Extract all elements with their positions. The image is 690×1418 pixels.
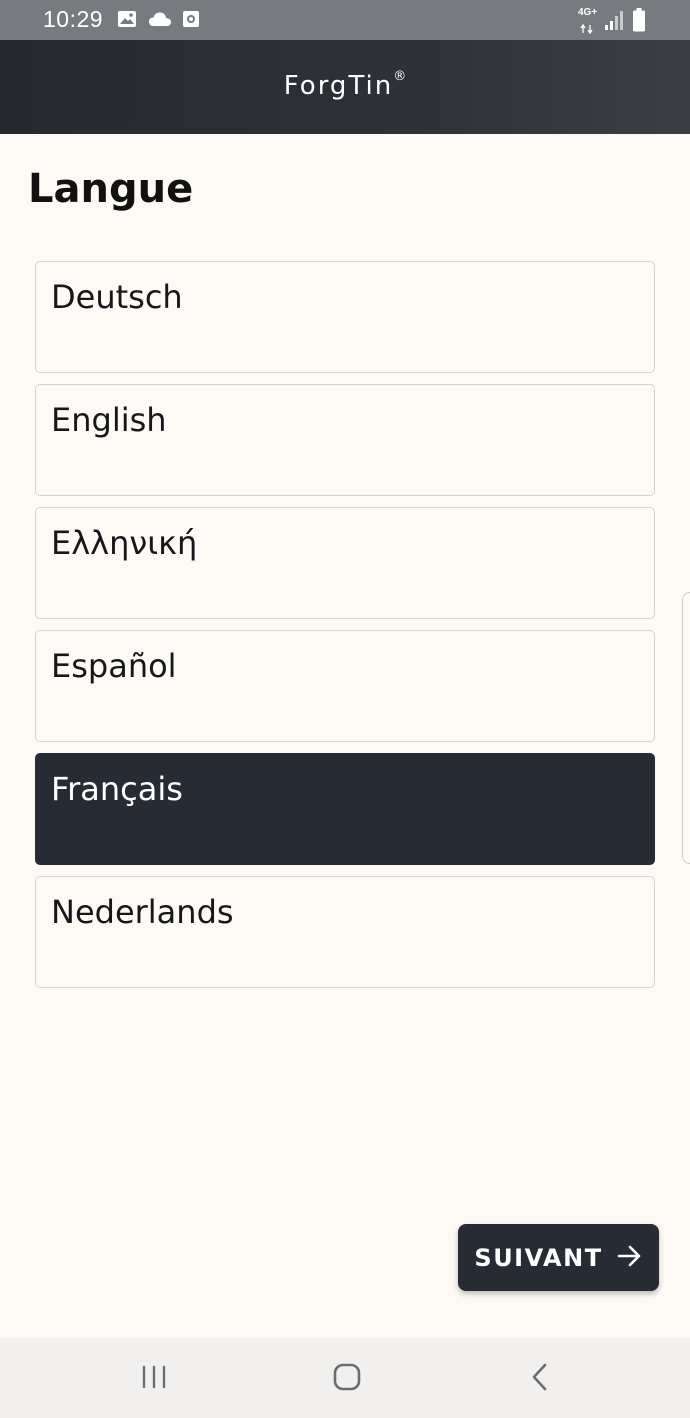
page-title: Langue xyxy=(28,166,194,212)
app-notification-icon xyxy=(182,10,200,32)
next-button-label: SUIVANT xyxy=(474,1243,603,1272)
home-icon[interactable] xyxy=(332,1362,362,1396)
language-option-nederlands[interactable]: Nederlands xyxy=(35,876,655,988)
recent-apps-icon[interactable] xyxy=(140,1362,168,1396)
logo-text: ForgTin xyxy=(283,71,394,101)
app-header: ForgTin® xyxy=(0,40,690,134)
signal-icon xyxy=(604,9,626,35)
status-bar: 10:29 4G+ xyxy=(0,0,690,40)
language-option-english[interactable]: English xyxy=(35,384,655,496)
language-option-greek[interactable]: Ελληνική xyxy=(35,507,655,619)
language-option-label: Deutsch xyxy=(51,278,183,316)
language-option-label: Ελληνική xyxy=(51,524,198,562)
cloud-icon xyxy=(148,10,172,32)
language-option-francais[interactable]: Français xyxy=(35,753,655,865)
language-option-espanol[interactable]: Español xyxy=(35,630,655,742)
back-icon[interactable] xyxy=(528,1362,552,1396)
language-list: Deutsch English Ελληνική Español Françai… xyxy=(35,261,655,999)
logo-registered-mark: ® xyxy=(393,69,407,85)
next-button[interactable]: SUIVANT xyxy=(458,1224,659,1291)
language-option-label: Nederlands xyxy=(51,893,234,931)
data-arrows-icon xyxy=(580,19,594,38)
app-logo: ForgTin® xyxy=(283,69,407,101)
arrow-right-icon xyxy=(617,1245,643,1271)
system-nav-bar xyxy=(0,1338,690,1418)
battery-icon xyxy=(632,8,646,36)
language-option-deutsch[interactable]: Deutsch xyxy=(35,261,655,373)
status-time: 10:29 xyxy=(43,6,104,32)
language-option-label: Español xyxy=(51,647,177,685)
language-option-label: English xyxy=(51,401,167,439)
network-label: 4G+ xyxy=(578,7,598,18)
gallery-icon xyxy=(117,10,137,32)
language-option-label: Français xyxy=(51,770,183,808)
side-panel-handle[interactable] xyxy=(682,592,690,864)
